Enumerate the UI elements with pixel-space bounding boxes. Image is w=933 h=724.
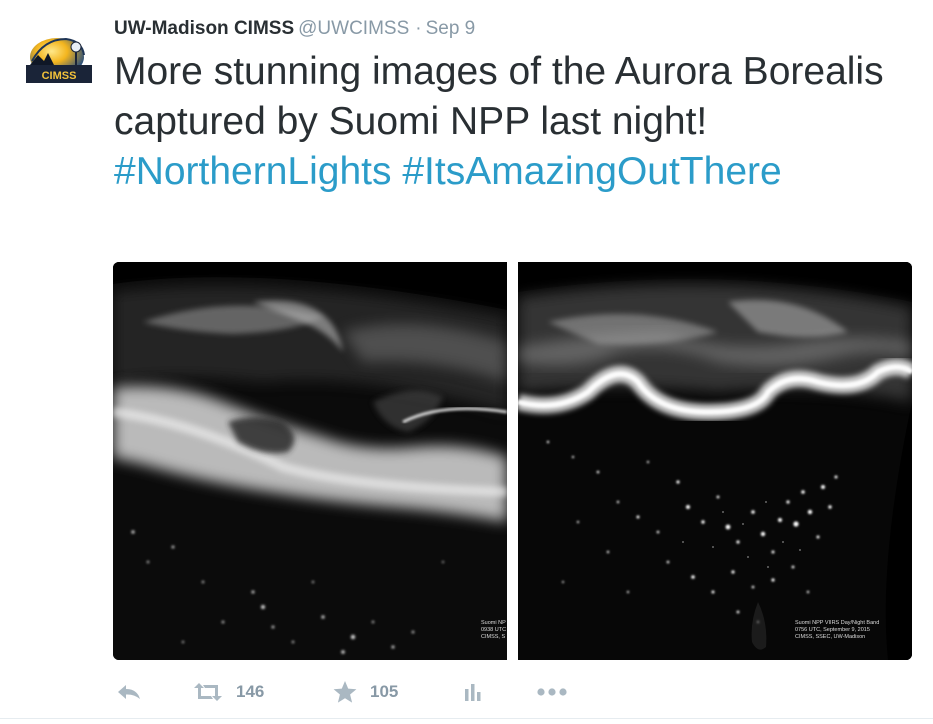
more-icon — [537, 688, 567, 696]
avatar-logo-text: CIMSS — [42, 70, 77, 82]
reply-icon — [118, 685, 140, 699]
tweet-header: UW-Madison CIMSS @UWCIMSS · Sep 9 — [114, 17, 475, 41]
retweet-icon — [194, 683, 222, 701]
photo-right-caption-2: 0756 UTC, September 9, 2015 — [795, 627, 870, 633]
tweet-media: Suomi NP 0938 UTC CIMSS, S Suomi NPP VII… — [113, 262, 912, 660]
photo-left-caption-2: 0938 UTC — [481, 627, 506, 633]
tweet-text-body: More stunning images of the Aurora Borea… — [114, 50, 884, 143]
photo-left-caption-3: CIMSS, S — [481, 634, 505, 640]
star-icon — [333, 681, 357, 703]
hashtag-itsamazingoutthere[interactable]: #ItsAmazingOutThere — [402, 150, 781, 193]
tweet-timestamp[interactable]: Sep 9 — [426, 18, 476, 39]
avatar[interactable]: CIMSS — [24, 25, 94, 95]
hashtag-northernlights[interactable]: #NorthernLights — [114, 150, 392, 193]
retweet-button[interactable]: 146 — [192, 675, 264, 709]
retweet-count: 146 — [236, 682, 265, 701]
tweet-text: More stunning images of the Aurora Borea… — [114, 47, 914, 197]
photo-right-caption-1: Suomi NPP VIIRS Day/Night Band — [795, 620, 879, 626]
photo-aurora-right[interactable]: Suomi NPP VIIRS Day/Night Band 0756 UTC,… — [518, 262, 912, 660]
author-fullname[interactable]: UW-Madison CIMSS — [114, 18, 294, 39]
photo-right-caption-3: CIMSS, SSEC, UW-Madison — [795, 634, 865, 640]
author-username[interactable]: @UWCIMSS — [298, 18, 409, 39]
tweet-actions: 146 105 — [113, 675, 673, 709]
cimss-logo: CIMSS — [26, 37, 92, 83]
favorite-button[interactable]: 105 — [332, 675, 398, 709]
more-button[interactable] — [536, 675, 568, 709]
tweet: CIMSS UW-Madison CIMSS @UWCIMSS · Sep 9 Mor… — [0, 0, 933, 719]
analytics-button[interactable] — [462, 675, 484, 709]
reply-button[interactable] — [116, 675, 142, 709]
analytics-icon — [465, 684, 481, 701]
header-separator: · — [415, 18, 422, 39]
favorite-count: 105 — [370, 682, 399, 701]
photo-left-caption-1: Suomi NP — [481, 620, 506, 626]
page: CIMSS UW-Madison CIMSS @UWCIMSS · Sep 9 Mor… — [0, 0, 933, 724]
photo-aurora-left[interactable]: Suomi NP 0938 UTC CIMSS, S — [113, 262, 507, 660]
